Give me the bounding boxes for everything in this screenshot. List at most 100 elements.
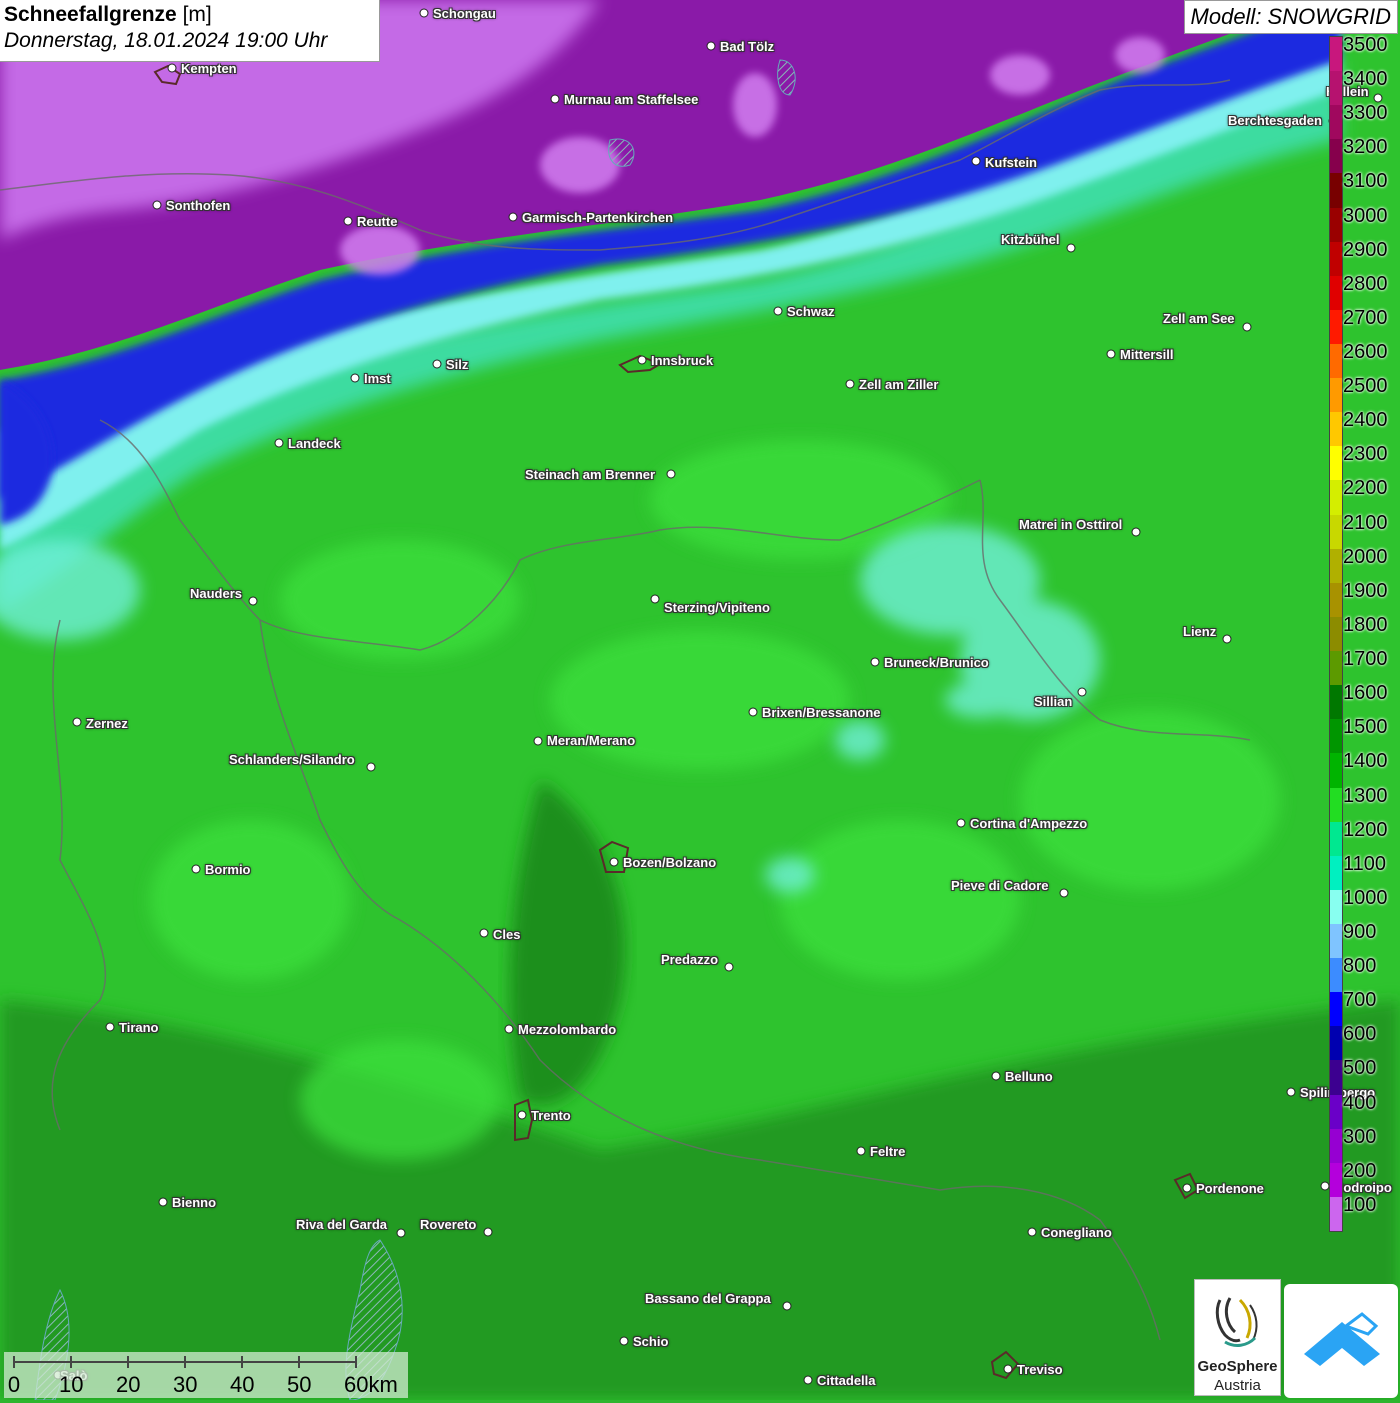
city-marker-icon [508,212,518,222]
legend-swatch [1330,207,1342,243]
scale-tick-label: 30 [173,1372,197,1397]
legend-swatch [1330,685,1342,720]
geosphere-text-2: Austria [1214,1377,1261,1394]
city-label: Conegliano [1041,1225,1112,1240]
city-marker-icon [533,736,543,746]
city-marker-icon [419,8,429,18]
model-label: Modell: SNOWGRID [1183,0,1398,34]
legend-swatch [1330,514,1342,550]
legend-swatch [1330,173,1342,209]
city-marker-icon [637,355,647,365]
city-marker-icon [650,594,660,604]
legend-swatch [1330,616,1342,652]
city-label: Pordenone [1196,1181,1264,1196]
city-label: Nauders [190,586,243,601]
legend-swatch [1330,344,1342,379]
city-label: Bruneck/Brunico [884,655,989,670]
city-marker-icon [748,707,758,717]
scale-tick-label: 60km [344,1372,398,1397]
city-marker-icon [991,1071,1001,1081]
city-label: Steinach am Brenner [525,467,656,482]
color-legend [1329,36,1343,1232]
city-label: Rovereto [420,1217,477,1232]
legend-label: 2300 [1343,443,1388,466]
city-label: Cortina d'Ampezzo [970,816,1088,831]
map-title-panel: Schneefallgrenze [m] Donnerstag, 18.01.2… [0,0,380,62]
legend-swatch [1330,719,1342,754]
city-marker-icon [845,379,855,389]
city-label: Kempten [181,61,237,76]
legend-swatch [1330,309,1342,345]
city-label: Belluno [1005,1069,1053,1084]
legend-label: 1200 [1343,818,1388,841]
city-label: Kufstein [985,155,1037,170]
city-label: Bozen/Bolzano [623,855,717,870]
legend-label: 3300 [1343,102,1388,125]
city-label: Cittadella [817,1373,876,1388]
legend-swatch [1330,37,1342,72]
city-marker-icon [1131,527,1141,537]
city-label: Bassano del Grappa [645,1291,771,1306]
city-marker-icon [191,864,201,874]
city-marker-icon [1077,687,1087,697]
city-label: Tirano [119,1020,159,1035]
legend-swatch [1330,958,1342,993]
city-marker-icon [1066,243,1076,253]
city-label: Zell am Ziller [859,377,939,392]
legend-swatch [1330,275,1342,311]
legend-label: 2000 [1343,545,1388,568]
city-label: Pieve di Cadore [951,878,1049,893]
legend-swatch [1330,923,1342,959]
legend-swatch [1330,821,1342,857]
legend-swatch [1330,105,1342,140]
city-marker-icon [432,359,442,369]
city-marker-icon [248,596,258,606]
city-label: Imst [364,371,391,386]
legend-label: 2800 [1343,272,1388,295]
city-label: Riva del Garda [296,1217,388,1232]
city-marker-icon [1106,349,1116,359]
city-marker-icon [105,1022,115,1032]
map-title: Schneefallgrenze [m] [4,3,375,27]
city-marker-icon [724,962,734,972]
legend-swatch [1330,855,1342,891]
city-label: Treviso [1017,1362,1063,1377]
city-marker-icon [706,41,716,51]
legend-label: 1800 [1343,613,1388,636]
city-label: Schio [633,1334,669,1349]
legend-label: 900 [1343,920,1377,943]
legend-label: 600 [1343,1023,1377,1046]
scale-bar-graphic: 0 10 20 30 40 50 60km [8,1356,398,1397]
city-label: Matrei in Osttirol [1019,517,1123,532]
legend-label: 2200 [1343,477,1388,500]
city-label: Lienz [1183,624,1217,639]
scale-tick-label: 0 [8,1372,20,1397]
legend-label: 1100 [1343,852,1387,875]
legend-label: 1000 [1343,886,1388,909]
legend-swatch [1330,1026,1342,1061]
legend-label: 3500 [1343,34,1388,56]
geosphere-text-1: GeoSphere [1197,1358,1278,1375]
snow-app-icon [1304,1312,1380,1366]
legend-swatch [1330,992,1342,1027]
city-marker-icon [483,1227,493,1237]
legend-label: 3000 [1343,204,1388,227]
legend-label: 1900 [1343,579,1388,602]
city-marker-icon [773,306,783,316]
city-label: Feltre [870,1144,906,1159]
city-label: Meran/Merano [547,733,636,748]
city-label: Bad Tölz [720,39,775,54]
legend-label: 3200 [1343,136,1388,159]
city-label: Zernez [86,716,128,731]
legend-label: 100 [1343,1193,1377,1216]
city-label: Zell am See [1163,311,1235,326]
legend-label: 1700 [1343,648,1388,671]
map-datetime: Donnerstag, 18.01.2024 19:00 Uhr [4,29,328,52]
city-marker-icon [517,1110,527,1120]
city-marker-icon [971,156,981,166]
scale-bar: 0 10 20 30 40 50 60km [4,1352,408,1398]
city-marker-icon [152,200,162,210]
legend-swatch [1330,1128,1342,1164]
legend-label: 2900 [1343,238,1388,261]
city-marker-icon [782,1301,792,1311]
